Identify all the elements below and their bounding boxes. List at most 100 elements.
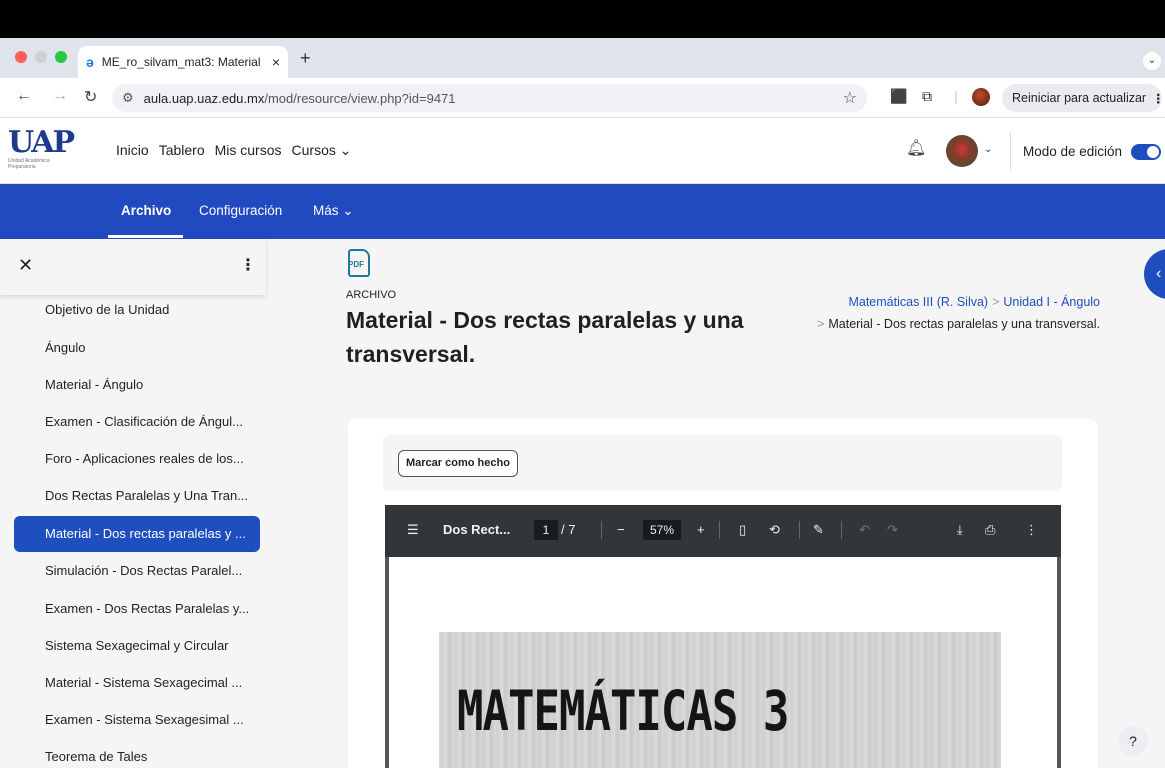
pdf-page: MATEMÁTICAS 3 xyxy=(389,557,1057,768)
course-index-item[interactable]: Dos Rectas Paralelas y Una Tran... xyxy=(14,478,260,514)
breadcrumb-unit-link[interactable]: Unidad I - Ángulo xyxy=(1003,295,1100,309)
secondary-navigation: Archivo Configuración Más ⌄ xyxy=(0,184,1165,239)
course-index-item[interactable]: Examen - Sistema Sexagesimal ... xyxy=(14,702,260,738)
breadcrumb-separator: > xyxy=(992,295,1000,309)
extensions-puzzle-icon[interactable]: ⧉ xyxy=(922,88,932,105)
pdf-viewer: ☰ Dos Rect... 1 / 7 − 57% + ▯ ⟲ ✎ ↶ ↷ ⤓ … xyxy=(385,505,1061,768)
tab-title: ME_ro_silvam_mat3: Material xyxy=(101,55,261,69)
chevron-down-icon[interactable]: ⌄ xyxy=(984,144,992,155)
toolbar-separator xyxy=(719,521,720,539)
site-logo[interactable]: UAP Unidad Académica Preparatoria xyxy=(8,128,78,178)
browser-tab-strip: ə ME_ro_silvam_mat3: Material × + ⌄ xyxy=(0,38,1165,78)
rotate-icon[interactable]: ⟲ xyxy=(769,522,780,538)
maximize-window-dot[interactable] xyxy=(55,51,67,63)
back-arrow-icon[interactable]: ← xyxy=(16,87,32,105)
course-index-item[interactable]: Material - Sistema Sexagecimal ... xyxy=(14,665,260,701)
address-bar[interactable]: ⚙ aula.uap.uaz.edu.mx/mod/resource/view.… xyxy=(112,84,867,112)
zoom-in-icon[interactable]: + xyxy=(697,522,705,537)
course-index-item[interactable]: Ángulo xyxy=(14,330,260,366)
user-avatar[interactable] xyxy=(946,135,978,167)
new-tab-button[interactable]: + xyxy=(300,48,311,69)
undo-icon[interactable]: ↶ xyxy=(859,522,870,538)
help-button[interactable]: ? xyxy=(1118,726,1148,756)
course-index-item[interactable]: Examen - Dos Rectas Paralelas y... xyxy=(14,591,260,627)
reload-icon[interactable]: ↻ xyxy=(84,87,97,107)
nav-cursos-dropdown[interactable]: Cursos ⌄ xyxy=(292,142,352,159)
more-options-icon[interactable]: ⋮ xyxy=(1025,522,1038,538)
cover-title: MATEMÁTICAS 3 xyxy=(457,680,789,744)
pdf-file-icon: PDF xyxy=(348,249,370,277)
course-index-item-selected[interactable]: Material - Dos rectas paralelas y ... xyxy=(14,516,260,552)
annotate-pen-icon[interactable]: ✎ xyxy=(813,522,824,538)
screen-top-bar xyxy=(0,0,1165,38)
site-info-icon[interactable]: ⚙ xyxy=(122,90,134,106)
hamburger-menu-icon[interactable]: ☰ xyxy=(407,522,419,538)
activity-type-label: ARCHIVO xyxy=(346,289,397,301)
browser-tab[interactable]: ə ME_ro_silvam_mat3: Material × xyxy=(78,46,288,78)
drawer-header: ✕ ⋮ xyxy=(0,239,266,295)
page-title: Material - Dos rectas paralelas y una tr… xyxy=(346,307,744,367)
logo-letters: UAP xyxy=(8,125,75,160)
course-index-item[interactable]: Foro - Aplicaciones reales de los... xyxy=(14,441,260,477)
tab-search-button[interactable]: ⌄ xyxy=(1143,52,1161,70)
redo-icon[interactable]: ↷ xyxy=(887,522,898,538)
profile-avatar-icon[interactable] xyxy=(972,88,990,106)
breadcrumb: Matemáticas III (R. Silva) > Unidad I - Án… xyxy=(776,291,1100,335)
browser-menu-icon[interactable]: ⋮ xyxy=(1152,91,1165,106)
course-index-item[interactable]: Simulación - Dos Rectas Paralel... xyxy=(14,553,260,589)
close-tab-icon[interactable]: × xyxy=(272,54,280,70)
minimize-window-dot[interactable] xyxy=(35,51,47,63)
toolbar-separator: | xyxy=(954,88,958,104)
tab-archivo[interactable]: Archivo xyxy=(121,203,171,218)
fit-to-page-icon[interactable]: ▯ xyxy=(739,522,746,538)
nav-mis-cursos[interactable]: Mis cursos xyxy=(215,142,282,159)
toolbar-separator xyxy=(799,521,800,539)
site-navbar: UAP Unidad Académica Preparatoria Inicio… xyxy=(0,118,1165,184)
primary-navigation: Inicio Tablero Mis cursos Cursos ⌄ xyxy=(116,142,351,159)
nav-inicio[interactable]: Inicio xyxy=(116,142,149,159)
nav-tablero[interactable]: Tablero xyxy=(159,142,205,159)
forward-arrow-icon[interactable]: → xyxy=(52,87,68,105)
cover-image: MATEMÁTICAS 3 xyxy=(439,632,1001,768)
pdf-toolbar: ☰ Dos Rect... 1 / 7 − 57% + ▯ ⟲ ✎ ↶ ↷ ⤓ … xyxy=(385,505,1061,557)
edit-mode-label: Modo de edición xyxy=(1023,144,1123,159)
pdf-extension-icon[interactable]: ⬛ xyxy=(890,88,907,105)
url-path: /mod/resource/view.php?id=9471 xyxy=(264,90,456,106)
main-content: PDF ARCHIVO Material - Dos rectas parale… xyxy=(266,239,1165,768)
course-index-item[interactable]: Objetivo de la Unidad xyxy=(14,292,260,328)
course-index-item[interactable]: Material - Ángulo xyxy=(14,367,260,403)
breadcrumb-course-link[interactable]: Matemáticas III (R. Silva) xyxy=(848,295,988,309)
pdf-icon-label: PDF xyxy=(348,260,364,269)
pdf-document-name: Dos Rect... xyxy=(443,522,511,537)
course-index-item[interactable]: Teorema de Tales xyxy=(14,739,260,768)
restart-label: Reiniciar para actualizar xyxy=(1012,91,1147,105)
moodle-icon: ə xyxy=(86,54,94,70)
activity-completion-area: Marcar como hecho xyxy=(383,435,1062,491)
course-index-drawer: ✕ ⋮ Objetivo de la Unidad Ángulo Materia… xyxy=(0,239,266,768)
edit-mode-toggle[interactable] xyxy=(1131,144,1161,160)
url-host: aula.uap.uaz.edu.mx xyxy=(143,90,265,106)
mark-as-done-button[interactable]: Marcar como hecho xyxy=(398,450,518,477)
breadcrumb-current: Material - Dos rectas paralelas y una tr… xyxy=(828,317,1100,331)
toolbar-separator xyxy=(601,521,602,539)
zoom-out-icon[interactable]: − xyxy=(617,522,625,537)
bookmark-star-icon[interactable]: ☆ xyxy=(843,88,857,108)
notification-bell-icon[interactable]: 🔔︎ xyxy=(906,138,926,158)
close-icon[interactable]: ✕ xyxy=(18,255,33,276)
tab-mas-dropdown[interactable]: Más ⌄ xyxy=(313,203,354,219)
zoom-level-input[interactable]: 57% xyxy=(643,520,681,540)
download-icon[interactable]: ⤓ xyxy=(957,522,963,538)
course-index-item[interactable]: Sistema Sexagecimal y Circular xyxy=(14,628,260,664)
course-index-item[interactable]: Examen - Clasificación de Ángul... xyxy=(14,404,260,440)
page-total: / 7 xyxy=(561,522,576,537)
close-window-dot[interactable] xyxy=(15,51,27,63)
active-tab-underline xyxy=(108,235,183,238)
print-icon[interactable]: ⎙ xyxy=(985,522,995,538)
resource-card: Marcar como hecho ☰ Dos Rect... 1 / 7 − … xyxy=(348,419,1098,768)
tab-configuracion[interactable]: Configuración xyxy=(199,203,282,218)
restart-to-update-button[interactable]: Reiniciar para actualizar ⋮ xyxy=(1002,84,1165,112)
page-number-input[interactable]: 1 xyxy=(534,520,558,540)
open-block-drawer-button[interactable]: ‹ xyxy=(1144,249,1165,299)
kebab-menu-icon[interactable]: ⋮ xyxy=(240,255,256,275)
browser-toolbar: ← → ↻ ⚙ aula.uap.uaz.edu.mx/mod/resource… xyxy=(0,78,1165,118)
